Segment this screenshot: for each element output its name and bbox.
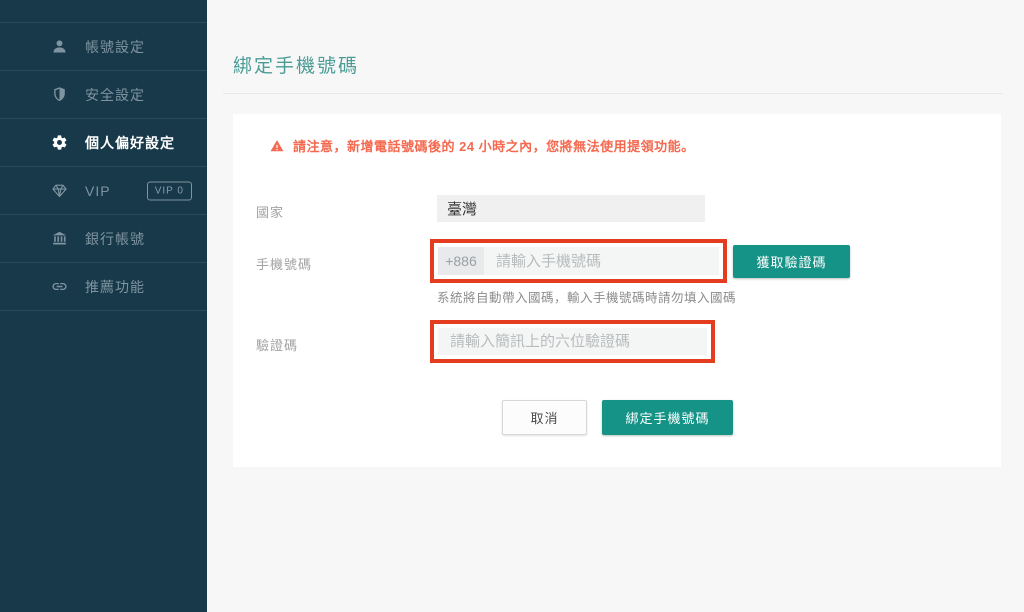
code-annotation-box [430,320,715,363]
sidebar-item-vip[interactable]: VIP VIP 0 [0,167,207,215]
sidebar-item-security-settings[interactable]: 安全設定 [0,71,207,119]
country-input[interactable] [437,195,705,222]
sidebar-item-label: 推薦功能 [85,277,145,297]
phone-input-group: +886 [438,247,719,275]
code-input[interactable] [438,328,707,355]
sidebar-item-label: 帳號設定 [85,37,145,57]
bind-phone-card: 請注意，新增電話號碼後的 24 小時之內，您將無法使用提領功能。 國家 手機號碼… [233,114,1001,467]
user-icon [51,38,68,55]
warning-icon [270,139,285,153]
sidebar-item-label: VIP [85,183,111,199]
title-divider [223,93,1003,94]
phone-hint: 系統將自動帶入國碼，輸入手機號碼時請勿填入國碼 [437,287,736,306]
phone-label: 手機號碼 [256,254,312,273]
phone-annotation-box: +886 [430,239,727,283]
code-label: 驗證碼 [256,335,298,354]
country-code-prefix: +886 [438,247,484,275]
sidebar-item-bank-account[interactable]: 銀行帳號 [0,215,207,263]
country-label: 國家 [256,202,284,221]
link-icon [51,278,68,295]
vip-level-badge: VIP 0 [147,181,192,200]
sidebar-item-label: 安全設定 [85,85,145,105]
sidebar: 帳號設定 安全設定 個人偏好設定 VIP VIP 0 銀行帳號 推薦功能 [0,0,207,612]
sidebar-item-referral[interactable]: 推薦功能 [0,263,207,311]
gear-icon [51,134,68,151]
bank-icon [51,230,68,247]
sidebar-header [0,0,207,23]
main-content: 綁定手機號碼 請注意，新增電話號碼後的 24 小時之內，您將無法使用提領功能。 … [207,0,1024,612]
gem-icon [51,182,68,199]
sidebar-item-account-settings[interactable]: 帳號設定 [0,23,207,71]
shield-icon [51,86,68,103]
sidebar-item-label: 個人偏好設定 [85,133,175,153]
code-input-group [438,328,707,355]
page-title: 綁定手機號碼 [233,51,1024,78]
cancel-button[interactable]: 取消 [502,400,587,435]
phone-input[interactable] [484,247,719,275]
get-code-button[interactable]: 獲取驗證碼 [733,245,850,278]
warning-text: 請注意，新增電話號碼後的 24 小時之內，您將無法使用提領功能。 [293,136,695,155]
bind-phone-button[interactable]: 綁定手機號碼 [602,400,733,435]
sidebar-item-preferences[interactable]: 個人偏好設定 [0,119,207,167]
warning-message: 請注意，新增電話號碼後的 24 小時之內，您將無法使用提領功能。 [270,136,695,155]
sidebar-item-label: 銀行帳號 [85,229,145,249]
